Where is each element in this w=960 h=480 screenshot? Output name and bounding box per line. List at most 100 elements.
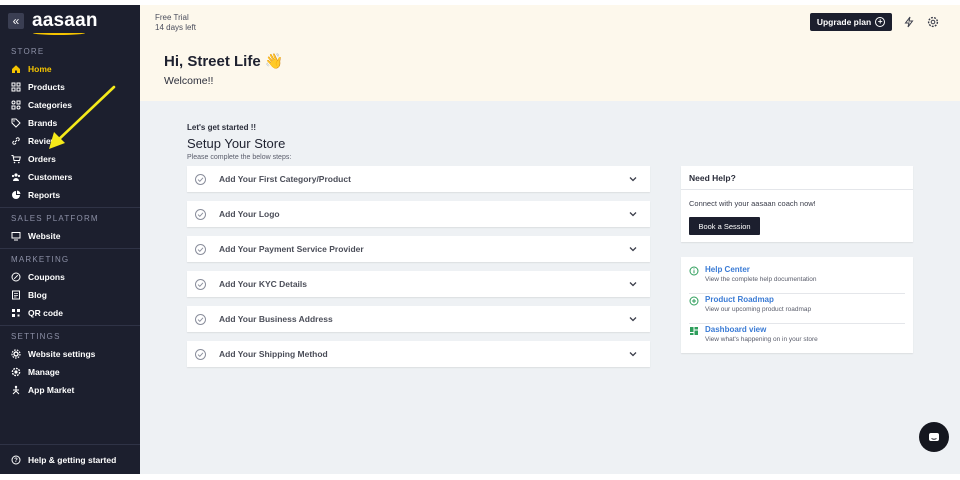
gear-icon — [11, 367, 21, 377]
setup-subtitle: Please complete the below steps: — [187, 154, 292, 161]
settings-icon — [11, 349, 21, 359]
setup-step-label: Add Your KYC Details — [219, 279, 308, 289]
chevron-down-icon[interactable] — [628, 209, 638, 219]
monitor-icon — [11, 231, 21, 241]
check-circle-icon — [195, 313, 206, 325]
setup-step-label: Add Your Shipping Method — [219, 349, 328, 359]
resources-card: Help Center View the complete help docum… — [681, 257, 913, 353]
dashboard-icon — [690, 327, 698, 335]
section-label-marketing: MARKETING — [11, 255, 70, 264]
greeting-heading: Hi, Street Life 👋 — [164, 53, 284, 70]
app-market-icon — [11, 385, 21, 395]
chevron-down-icon[interactable] — [628, 314, 638, 324]
sidebar-item-label: Coupons — [28, 272, 65, 282]
chart-icon — [11, 190, 21, 200]
sidebar-item-blog[interactable]: Blog — [0, 286, 140, 304]
setup-step-label: Add Your First Category/Product — [219, 174, 351, 184]
sidebar-item-label: Brands — [28, 118, 58, 128]
setup-step-kyc[interactable]: Add Your KYC Details — [187, 271, 650, 297]
chevron-down-icon[interactable] — [628, 349, 638, 359]
sidebar-item-label: Reports — [28, 190, 61, 200]
sidebar-item-reviews[interactable]: Reviews — [0, 132, 140, 150]
sidebar-item-label: Products — [28, 82, 65, 92]
section-label-settings: SETTINGS — [11, 332, 61, 341]
sidebar-item-label: Reviews — [28, 136, 63, 146]
gear-icon[interactable] — [927, 16, 939, 28]
check-circle-icon — [195, 278, 206, 290]
check-circle-icon — [195, 243, 206, 255]
lightning-icon[interactable] — [903, 16, 915, 28]
sidebar-item-categories[interactable]: Categories — [0, 96, 140, 114]
svg-text:?: ? — [14, 458, 18, 464]
chevron-down-icon[interactable] — [628, 279, 638, 289]
trial-status: Free Trial 14 days left — [155, 13, 196, 33]
sidebar-item-brands[interactable]: Brands — [0, 114, 140, 132]
link-icon — [11, 136, 21, 146]
sidebar-divider — [0, 207, 140, 208]
plus-circle-icon — [689, 296, 699, 306]
categories-icon — [11, 100, 21, 110]
setup-step-logo[interactable]: Add Your Logo — [187, 201, 650, 227]
sidebar-item-manage[interactable]: Manage — [0, 363, 140, 381]
check-circle-icon — [195, 348, 206, 360]
sidebar-item-reports[interactable]: Reports — [0, 186, 140, 204]
sidebar-item-label: Categories — [28, 100, 72, 110]
sidebar-item-app-market[interactable]: App Market — [0, 381, 140, 399]
upgrade-plan-button[interactable]: Upgrade plan + — [810, 13, 892, 31]
sidebar-item-label: Orders — [28, 154, 56, 164]
section-label-sales-platform: SALES PLATFORM — [11, 214, 99, 223]
home-icon — [11, 64, 21, 74]
setup-step-label: Add Your Payment Service Provider — [219, 244, 364, 254]
logo-swoosh — [33, 31, 85, 35]
help-icon: ? — [11, 455, 21, 465]
app-window: « aasaan STORE Home Products Categories … — [0, 5, 960, 474]
plus-circle-icon: + — [875, 17, 886, 27]
users-icon — [11, 172, 21, 182]
sidebar-item-label: Manage — [28, 367, 60, 377]
welcome-banner: Free Trial 14 days left Upgrade plan + H… — [140, 5, 960, 101]
sidebar-item-coupons[interactable]: Coupons — [0, 268, 140, 286]
need-help-text: Connect with your aasaan coach now! — [689, 199, 816, 208]
book-session-button[interactable]: Book a Session — [689, 217, 760, 235]
sidebar-item-orders[interactable]: Orders — [0, 150, 140, 168]
coupon-icon — [11, 272, 21, 282]
blog-icon — [11, 290, 21, 300]
cart-icon — [11, 154, 21, 164]
upgrade-plan-label: Upgrade plan — [816, 17, 872, 27]
help-getting-started-link[interactable]: ? Help & getting started — [0, 444, 140, 474]
setup-step-shipping-method[interactable]: Add Your Shipping Method — [187, 341, 650, 367]
chat-icon — [929, 433, 939, 441]
chevron-down-icon[interactable] — [628, 244, 638, 254]
chevron-down-icon[interactable] — [628, 174, 638, 184]
brand-bar: « aasaan — [0, 5, 140, 37]
dashboard-view-link[interactable]: Dashboard view View what's happening on … — [689, 325, 905, 354]
tag-icon — [11, 118, 21, 128]
setup-step-business-address[interactable]: Add Your Business Address — [187, 306, 650, 332]
setup-step-payment-provider[interactable]: Add Your Payment Service Provider — [187, 236, 650, 262]
sidebar-item-website[interactable]: Website — [0, 227, 140, 245]
need-help-title: Need Help? — [681, 166, 913, 190]
product-roadmap-desc: View our upcoming product roadmap — [705, 306, 812, 313]
chat-button[interactable] — [919, 422, 949, 452]
help-center-desc: View the complete help documentation — [705, 276, 817, 283]
sidebar-item-label: QR code — [28, 308, 63, 318]
trial-label: Free Trial — [155, 13, 189, 22]
sidebar-item-customers[interactable]: Customers — [0, 168, 140, 186]
product-roadmap-title: Product Roadmap — [705, 295, 774, 304]
welcome-text: Welcome!! — [164, 75, 214, 87]
sidebar-item-products[interactable]: Products — [0, 78, 140, 96]
sidebar-item-label: Home — [28, 64, 52, 74]
help-center-link[interactable]: Help Center View the complete help docum… — [689, 265, 905, 294]
sidebar-item-label: Customers — [28, 172, 73, 182]
trial-days-left: 14 days left — [155, 23, 196, 32]
collapse-sidebar-button[interactable]: « — [8, 13, 24, 29]
check-circle-icon — [195, 173, 206, 185]
setup-step-category-product[interactable]: Add Your First Category/Product — [187, 166, 650, 192]
help-center-title: Help Center — [705, 265, 750, 274]
sidebar-item-qr-code[interactable]: QR code — [0, 304, 140, 322]
logo[interactable]: aasaan — [32, 10, 98, 35]
need-help-card: Need Help? Connect with your aasaan coac… — [681, 166, 913, 242]
product-roadmap-link[interactable]: Product Roadmap View our upcoming produc… — [689, 295, 905, 324]
sidebar-item-website-settings[interactable]: Website settings — [0, 345, 140, 363]
sidebar-item-home[interactable]: Home — [0, 60, 140, 78]
